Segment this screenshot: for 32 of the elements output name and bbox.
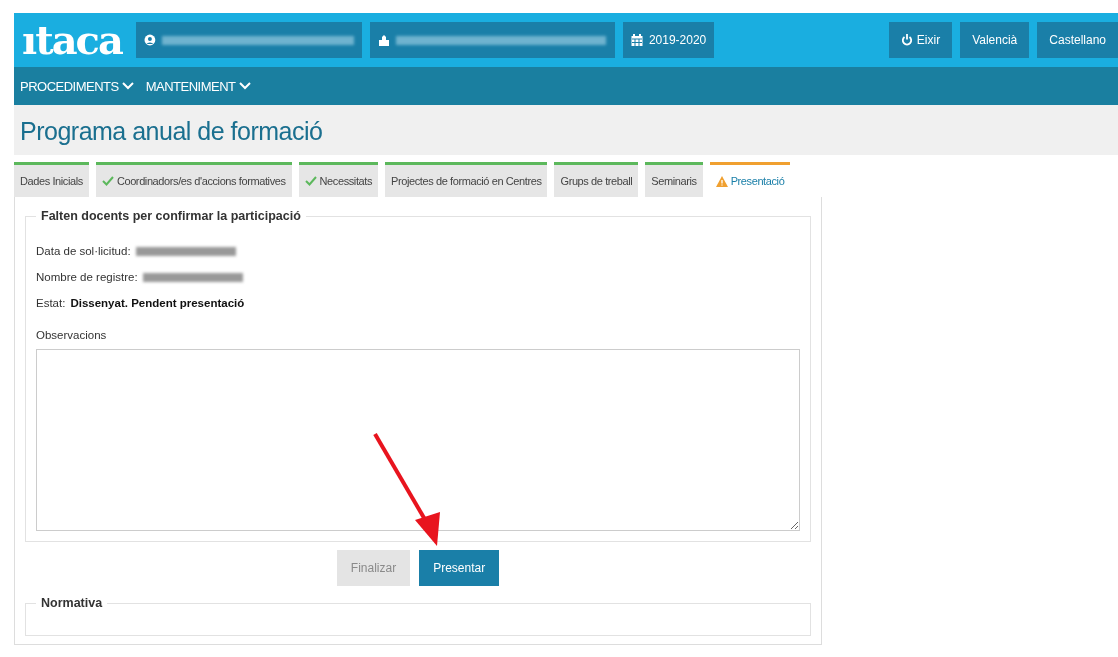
check-icon bbox=[101, 176, 114, 186]
tab[interactable]: Dades Inicials bbox=[14, 162, 89, 197]
tab[interactable]: Necessitats bbox=[298, 162, 379, 197]
nav-menu[interactable]: PROCEDIMENTS bbox=[20, 78, 134, 94]
action-button[interactable]: Presentar bbox=[419, 550, 500, 586]
power-icon bbox=[900, 34, 913, 46]
header-button[interactable]: Valencià bbox=[960, 22, 1030, 58]
field-value: Dissenyat. Pendent presentació bbox=[70, 297, 245, 309]
building-icon bbox=[377, 34, 390, 46]
warning-icon bbox=[715, 175, 728, 187]
observations-field[interactable] bbox=[36, 349, 800, 531]
chevron-down-icon bbox=[121, 82, 134, 90]
field-label: Data de sol·licitud: bbox=[36, 245, 131, 257]
school-year: 2019-2020 bbox=[648, 33, 707, 47]
section-title: Normativa bbox=[40, 596, 104, 610]
tab[interactable]: Grups de treball bbox=[554, 162, 639, 197]
tab[interactable]: Projectes de formació en Centres bbox=[385, 162, 548, 197]
field-label: Estat: bbox=[36, 297, 66, 309]
header-button[interactable]: Eixir bbox=[888, 22, 953, 58]
field-label: Nombre de registre: bbox=[36, 271, 138, 283]
field-label: Observacions bbox=[36, 329, 108, 341]
chevron-down-icon bbox=[238, 82, 251, 90]
tab[interactable]: Coordinadors/es d'accions formatives bbox=[95, 162, 292, 197]
tab[interactable]: Seminaris bbox=[645, 162, 703, 197]
page-title: Programa anual de formació bbox=[19, 116, 324, 146]
user-icon bbox=[143, 34, 156, 46]
nav-menu[interactable]: MANTENIMENT bbox=[145, 78, 251, 94]
header-button[interactable]: Castellano bbox=[1037, 22, 1118, 58]
calendar-icon bbox=[630, 34, 643, 46]
logo[interactable]: ıtaca bbox=[22, 20, 122, 60]
check-icon bbox=[304, 176, 317, 186]
section-title: Falten docents per confirmar la participació bbox=[40, 209, 302, 223]
